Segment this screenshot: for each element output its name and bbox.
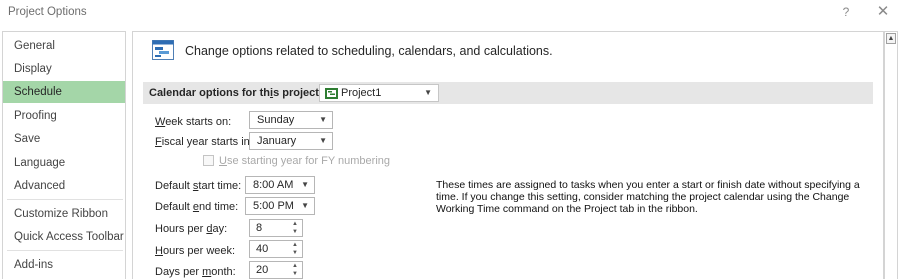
sidebar-item-add-ins[interactable]: Add-ins xyxy=(3,254,125,276)
sidebar-item-quick-access-toolbar[interactable]: Quick Access Toolbar xyxy=(3,226,125,248)
times-info-text: These times are assigned to tasks when y… xyxy=(436,179,860,215)
hours-per-week-label: Hours per week: xyxy=(155,245,236,257)
sidebar-item-general[interactable]: General xyxy=(3,35,125,57)
sidebar-divider xyxy=(7,250,123,251)
fy-numbering-label: Use starting year for FY numbering xyxy=(219,155,390,167)
chevron-down-icon: ▼ xyxy=(301,201,309,210)
fy-numbering-checkbox[interactable] xyxy=(203,155,214,166)
chevron-down-icon: ▼ xyxy=(301,180,309,189)
project-select[interactable]: Project1 ▼ xyxy=(319,84,439,102)
sidebar-item-display[interactable]: Display xyxy=(3,58,125,80)
vertical-scrollbar[interactable]: ▲ xyxy=(884,31,898,279)
project-file-icon xyxy=(325,88,338,99)
stepper-up-icon[interactable]: ▲ xyxy=(292,262,298,270)
sidebar-item-save[interactable]: Save xyxy=(3,128,125,150)
schedule-calendar-icon xyxy=(152,40,174,60)
days-per-month-stepper[interactable]: 20 ▲ ▼ xyxy=(249,261,303,279)
sidebar-divider xyxy=(7,199,123,200)
sidebar-item-customize-ribbon[interactable]: Customize Ribbon xyxy=(3,203,125,225)
week-starts-value: Sunday xyxy=(257,114,295,126)
week-starts-label: Week starts on: xyxy=(155,116,232,128)
chevron-down-icon: ▼ xyxy=(319,115,327,124)
fiscal-year-value: January xyxy=(257,135,297,147)
stepper-up-icon[interactable]: ▲ xyxy=(292,220,298,228)
stepper-down-icon[interactable]: ▼ xyxy=(292,270,298,278)
page-header-text: Change options related to scheduling, ca… xyxy=(185,44,553,58)
window-title: Project Options xyxy=(8,6,87,18)
sidebar-item-proofing[interactable]: Proofing xyxy=(3,105,125,127)
default-end-label: Default end time: xyxy=(155,201,239,213)
calendar-options-section: Calendar options for this project: Proje… xyxy=(143,82,873,104)
default-start-value: 8:00 AM xyxy=(253,179,294,191)
default-start-dropdown[interactable]: 8:00 AM ▼ xyxy=(245,176,315,194)
fiscal-year-label: Fiscal year starts in: xyxy=(155,136,253,148)
options-sidebar: General Display Schedule Proofing Save L… xyxy=(2,31,126,279)
chevron-down-icon: ▼ xyxy=(424,88,432,97)
help-button[interactable]: ? xyxy=(838,4,854,20)
stepper-down-icon[interactable]: ▼ xyxy=(292,228,298,236)
hours-per-week-stepper[interactable]: 40 ▲ ▼ xyxy=(249,240,303,258)
stepper-up-icon[interactable]: ▲ xyxy=(292,241,298,249)
days-per-month-value: 20 xyxy=(256,264,269,276)
default-start-label: Default start time: xyxy=(155,180,242,192)
fiscal-year-dropdown[interactable]: January ▼ xyxy=(249,132,333,150)
scroll-up-arrow-icon[interactable]: ▲ xyxy=(886,33,896,44)
hours-per-day-label: Hours per day: xyxy=(155,223,228,235)
days-per-month-label: Days per month: xyxy=(155,266,236,278)
title-bar: Project Options ? ✕ xyxy=(0,0,900,26)
hours-per-day-stepper[interactable]: 8 ▲ ▼ xyxy=(249,219,303,237)
sidebar-item-advanced[interactable]: Advanced xyxy=(3,175,125,197)
default-end-dropdown[interactable]: 5:00 PM ▼ xyxy=(245,197,315,215)
close-button[interactable]: ✕ xyxy=(874,3,892,21)
week-starts-dropdown[interactable]: Sunday ▼ xyxy=(249,111,333,129)
hours-per-week-value: 40 xyxy=(256,243,269,255)
sidebar-item-schedule[interactable]: Schedule xyxy=(3,81,125,103)
stepper-down-icon[interactable]: ▼ xyxy=(292,249,298,257)
hours-per-day-value: 8 xyxy=(256,222,263,234)
project-select-value: Project1 xyxy=(341,87,382,99)
chevron-down-icon: ▼ xyxy=(319,136,327,145)
calendar-options-label: Calendar options for this project: xyxy=(149,87,323,99)
sidebar-item-language[interactable]: Language xyxy=(3,152,125,174)
default-end-value: 5:00 PM xyxy=(253,200,294,212)
